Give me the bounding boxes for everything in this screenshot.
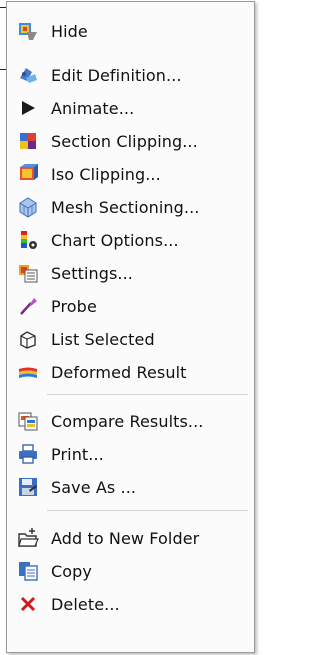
chart-options-icon xyxy=(17,229,39,251)
menu-item-label: Save As ... xyxy=(51,477,137,497)
menu-item-label: List Selected xyxy=(51,329,155,349)
menu-item-animate[interactable]: Animate... xyxy=(7,91,254,125)
menu-item-copy[interactable]: Copy xyxy=(7,554,254,588)
menu-item-add-to-new-folder[interactable]: Add to New Folder xyxy=(7,521,254,555)
menu-item-edit-definition[interactable]: Edit Definition... xyxy=(7,58,254,92)
menu-item-label: Add to New Folder xyxy=(51,528,200,548)
menu-item-settings[interactable]: Settings... xyxy=(7,256,254,290)
menu-item-deformed-result[interactable]: Deformed Result xyxy=(7,355,254,389)
menu-item-save-as[interactable]: Save As ... xyxy=(7,470,254,504)
menu-item-label: Settings... xyxy=(51,263,133,283)
menu-item-delete[interactable]: Delete... xyxy=(7,587,254,621)
menu-item-label: Probe xyxy=(51,296,97,316)
menu-item-print[interactable]: Print... xyxy=(7,437,254,471)
menu-item-label: Copy xyxy=(51,561,92,581)
menu-item-label: Animate... xyxy=(51,98,135,118)
printer-icon xyxy=(17,443,39,465)
menu-item-compare-results[interactable]: Compare Results... xyxy=(7,404,254,438)
menu-item-label: Mesh Sectioning... xyxy=(51,197,200,217)
deformed-result-icon xyxy=(17,361,39,383)
iso-clipping-icon xyxy=(17,163,39,185)
hide-icon xyxy=(17,20,39,42)
probe-icon xyxy=(17,295,39,317)
menu-separator xyxy=(47,394,248,395)
menu-item-list-selected[interactable]: List Selected xyxy=(7,322,254,356)
menu-item-probe[interactable]: Probe xyxy=(7,289,254,323)
list-selected-icon xyxy=(17,328,39,350)
settings-icon xyxy=(17,262,39,284)
menu-item-label: Iso Clipping... xyxy=(51,164,161,184)
delete-x-icon xyxy=(17,593,39,615)
menu-item-label: Compare Results... xyxy=(51,411,204,431)
menu-item-chart-options[interactable]: Chart Options... xyxy=(7,223,254,257)
menu-item-label: Deformed Result xyxy=(51,362,187,382)
menu-item-mesh-sectioning[interactable]: Mesh Sectioning... xyxy=(7,190,254,224)
mesh-sectioning-icon xyxy=(17,196,39,218)
play-arrow-icon xyxy=(17,97,39,119)
edit-definition-icon xyxy=(17,64,39,86)
context-menu: Hide Edit Definition... Animate... Secti… xyxy=(6,1,255,653)
menu-item-label: Delete... xyxy=(51,594,120,614)
menu-item-label: Hide xyxy=(51,21,88,41)
menu-item-hide[interactable]: Hide xyxy=(7,14,254,48)
menu-item-label: Section Clipping... xyxy=(51,131,198,151)
menu-item-label: Chart Options... xyxy=(51,230,179,250)
menu-item-section-clipping[interactable]: Section Clipping... xyxy=(7,124,254,158)
save-as-icon xyxy=(17,476,39,498)
menu-separator xyxy=(47,510,248,511)
section-clipping-icon xyxy=(17,130,39,152)
menu-item-label: Print... xyxy=(51,444,104,464)
copy-icon xyxy=(17,560,39,582)
compare-results-icon xyxy=(17,410,39,432)
context-menu-stage: Hide Edit Definition... Animate... Secti… xyxy=(0,0,258,655)
folder-icon xyxy=(17,527,39,549)
menu-item-iso-clipping[interactable]: Iso Clipping... xyxy=(7,157,254,191)
menu-item-label: Edit Definition... xyxy=(51,65,182,85)
